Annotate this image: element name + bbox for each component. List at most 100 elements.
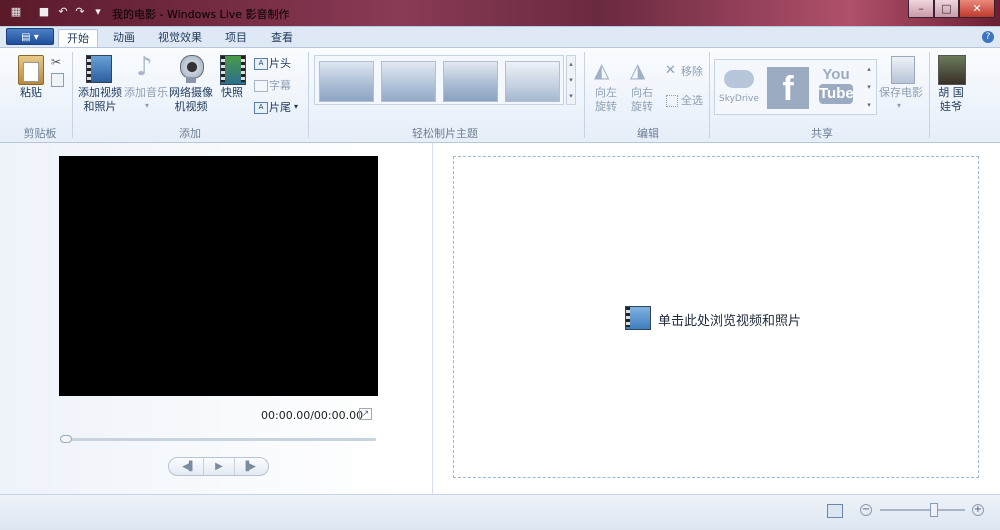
credits-button[interactable]: 片尾 <box>269 101 291 115</box>
storyboard-view-icon[interactable] <box>827 504 843 518</box>
save-movie-dropdown-icon[interactable]: ▾ <box>897 101 901 110</box>
zoom-slider-handle[interactable] <box>930 503 938 517</box>
theme-thumbnail[interactable] <box>319 61 374 102</box>
group-divider <box>709 52 710 138</box>
clipboard-group-label: 剪贴板 <box>23 127 57 140</box>
webcam-video-button[interactable]: 网络摄像 机视频 <box>168 86 214 114</box>
tab-project[interactable]: 项目 <box>216 29 256 48</box>
group-divider <box>308 52 309 138</box>
rotate-left-label-line1: 向左 <box>595 86 617 99</box>
rotate-right-label-line2: 旋转 <box>631 100 653 113</box>
webcam-label-line1: 网络摄像 <box>169 86 213 99</box>
rotate-left-icon: ◭ <box>594 58 610 82</box>
theme-thumbnail[interactable] <box>443 61 498 102</box>
seek-bar[interactable] <box>60 438 376 441</box>
zoom-in-icon[interactable]: + <box>972 504 984 516</box>
video-preview[interactable] <box>59 156 378 396</box>
webcam-stand <box>186 77 196 83</box>
add-video-photo-button[interactable]: 添加视频 和照片 <box>78 86 122 114</box>
select-all-button[interactable]: 全选 <box>681 94 703 108</box>
remove-button[interactable]: 移除 <box>681 65 703 79</box>
browse-media-icon <box>625 306 651 330</box>
window-title: 我的电影 - Windows Live 影音制作 <box>112 8 290 21</box>
zoom-slider[interactable] <box>880 509 965 511</box>
tab-animations[interactable]: 动画 <box>104 29 144 48</box>
minimize-button[interactable]: – <box>908 0 934 18</box>
copy-icon[interactable] <box>51 73 64 87</box>
add-music-button[interactable]: 添加音乐 <box>124 86 168 100</box>
redo-icon[interactable]: ↷ <box>74 6 86 18</box>
undo-icon[interactable]: ↶ <box>57 6 69 18</box>
title-icon: A <box>254 58 268 70</box>
seek-handle[interactable] <box>60 435 72 443</box>
cut-icon[interactable]: ✂ <box>51 55 61 69</box>
tab-view[interactable]: 查看 <box>262 29 302 48</box>
credits-dropdown-icon[interactable]: ▾ <box>294 102 298 111</box>
play-icon[interactable]: ▶ <box>204 459 234 475</box>
snapshot-button[interactable]: 快照 <box>218 86 246 100</box>
save-movie-button[interactable]: 保存电影 <box>878 86 924 100</box>
close-button[interactable]: ✕ <box>959 0 995 18</box>
add-music-dropdown-icon[interactable]: ▾ <box>145 101 149 110</box>
next-frame-icon[interactable]: ▐▶ <box>235 459 263 475</box>
credits-icon: A <box>254 102 268 114</box>
caption-icon <box>254 80 268 92</box>
save-icon[interactable]: ■ <box>38 6 50 18</box>
webcam-icon <box>180 55 204 79</box>
tab-home[interactable]: 开始 <box>58 29 98 48</box>
group-divider <box>929 52 930 138</box>
customize-toolbar-icon[interactable]: ▾ <box>92 6 104 18</box>
youtube-label-top: You <box>822 66 850 83</box>
save-movie-icon <box>891 56 915 84</box>
previous-frame-icon[interactable]: ◀▌ <box>175 459 203 475</box>
youtube-button[interactable]: You Tube <box>815 66 857 110</box>
rotate-left-button[interactable]: 向左 旋转 <box>592 86 620 114</box>
zoom-out-icon[interactable]: − <box>860 504 872 516</box>
app-menu-icon: ▤ ▾ <box>21 32 39 43</box>
time-readout: 00:00.00/00:00.00 <box>261 409 364 422</box>
user-name-line2: 娃爷 <box>940 100 962 113</box>
minimize-icon: – <box>918 2 924 15</box>
user-name-line1: 胡 国 <box>938 86 964 99</box>
caption-button[interactable]: 字幕 <box>269 79 291 93</box>
group-divider <box>72 52 73 138</box>
edit-group-label: 编辑 <box>637 127 659 140</box>
select-all-icon <box>666 95 678 107</box>
rotate-right-icon: ◮ <box>630 58 646 82</box>
rotate-right-button[interactable]: 向右 旋转 <box>628 86 656 114</box>
help-icon[interactable]: ? <box>982 31 994 43</box>
add-video-photo-label-line2: 和照片 <box>83 100 117 113</box>
facebook-icon: f <box>782 70 794 108</box>
browse-media-link[interactable]: 单击此处浏览视频和照片 <box>658 310 801 329</box>
user-account-button[interactable]: 胡 国 娃爷 <box>932 86 970 114</box>
theme-thumbnail[interactable] <box>505 61 560 102</box>
fullscreen-icon[interactable]: ↗ <box>359 408 372 420</box>
music-note-icon: ♪ <box>136 52 153 82</box>
tab-visual-effects[interactable]: 视觉效果 <box>152 29 208 48</box>
add-group-label: 添加 <box>179 127 201 140</box>
facebook-button[interactable]: f <box>767 67 809 109</box>
gallery-scroll[interactable]: ▴ ▾ ▾ <box>566 55 576 105</box>
pane-splitter[interactable] <box>432 143 433 494</box>
paste-button[interactable]: 粘贴 <box>17 86 45 100</box>
status-bar <box>0 494 1000 530</box>
rotate-right-label-line1: 向右 <box>631 86 653 99</box>
share-group-label: 共享 <box>811 127 833 140</box>
paste-icon <box>18 55 44 85</box>
add-video-photo-icon <box>86 55 112 83</box>
theme-thumbnail[interactable] <box>381 61 436 102</box>
ribbon-tab-row <box>0 26 1000 49</box>
skydrive-button[interactable]: SkyDrive <box>719 66 761 108</box>
app-icon: ▦ <box>10 5 22 18</box>
share-gallery-scroll[interactable]: ▴ ▾ ▾ <box>864 60 874 114</box>
webcam-label-line2: 机视频 <box>174 100 208 113</box>
avatar[interactable] <box>938 55 966 85</box>
group-divider <box>584 52 585 138</box>
maximize-button[interactable]: □ <box>934 0 959 18</box>
playback-controls: ◀▌ ▶ ▐▶ <box>168 457 269 476</box>
title-button[interactable]: 片头 <box>269 57 291 71</box>
close-icon: ✕ <box>972 2 982 15</box>
app-menu-button[interactable]: ▤ ▾ <box>6 28 54 45</box>
remove-icon: ✕ <box>665 63 676 78</box>
maximize-icon: □ <box>941 2 952 15</box>
